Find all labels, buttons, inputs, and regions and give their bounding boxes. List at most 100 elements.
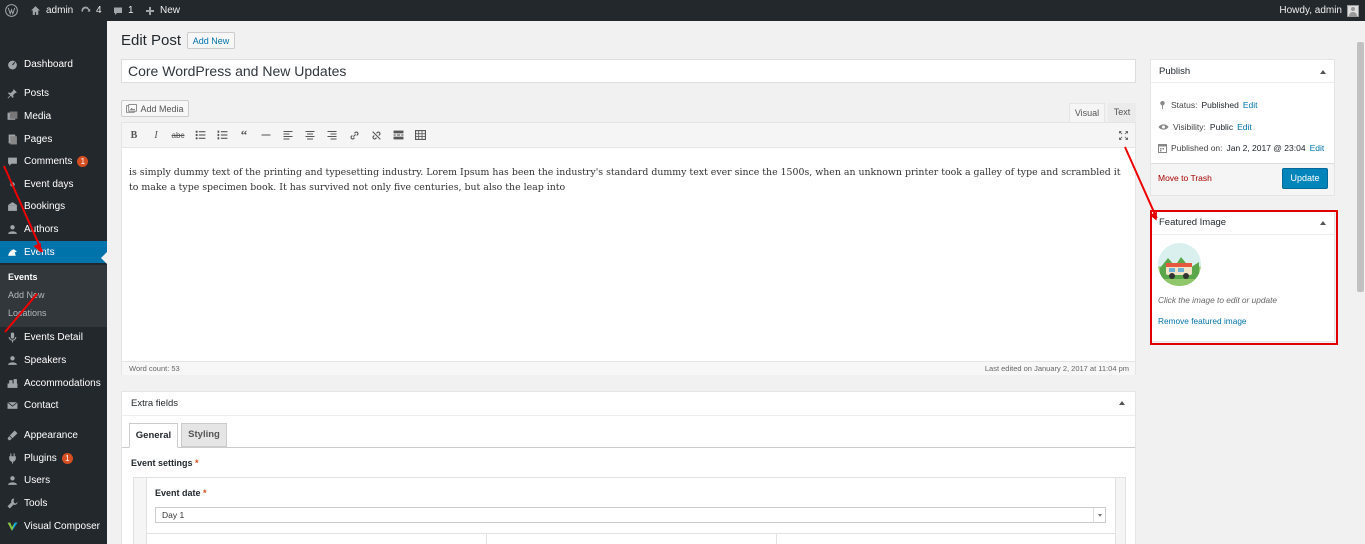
sidebar-item-posts[interactable]: Posts: [0, 82, 107, 104]
remove-link-button[interactable]: [369, 128, 383, 142]
insert-link-button[interactable]: [347, 128, 361, 142]
sidebar-item-label: Plugins: [24, 452, 57, 464]
sidebar-item-label: Pages: [24, 133, 53, 145]
sidebar-item-speakers[interactable]: Speakers: [0, 349, 107, 371]
word-count: Word count: 53: [129, 364, 180, 373]
numbered-list-button[interactable]: [215, 128, 229, 142]
sidebar-item-pages[interactable]: Pages: [0, 128, 107, 150]
tools-icon: [6, 497, 18, 509]
sidebar-item-authors[interactable]: Authors: [0, 218, 107, 240]
sidebar-item-comments[interactable]: Comments 1: [0, 150, 107, 172]
sidebar-item-label: Tools: [24, 497, 48, 509]
sidebar-item-label: Event days: [24, 178, 74, 190]
tab-text[interactable]: Text: [1108, 103, 1136, 122]
fullscreen-button[interactable]: [1116, 128, 1130, 142]
comments-link[interactable]: 1: [113, 0, 134, 21]
avatar: [1347, 4, 1359, 17]
sidebar-item-bookings[interactable]: Bookings: [0, 195, 107, 217]
sidebar-item-plugins[interactable]: Plugins 1: [0, 447, 107, 469]
strikethrough-button[interactable]: abc: [171, 128, 185, 142]
sidebar-item-events-detail[interactable]: Events Detail: [0, 326, 107, 348]
user-icon: [6, 223, 18, 235]
microphone-icon: [6, 331, 18, 343]
sidebar-item-media[interactable]: Media: [0, 105, 107, 127]
page-title: Edit Post: [121, 32, 182, 49]
tab-general[interactable]: General: [129, 423, 178, 448]
add-media-button[interactable]: Add Media: [121, 100, 189, 117]
sidebar-item-label: Accommodations: [24, 377, 101, 389]
pin-icon: [6, 87, 18, 99]
sidebar-item-contact[interactable]: Contact: [0, 394, 107, 416]
published-row: Published on: Jan 2, 2017 @ 23:04 Edit: [1158, 143, 1324, 153]
submenu-item-events[interactable]: Events: [8, 272, 38, 282]
sidebar-item-tools[interactable]: Tools: [0, 492, 107, 514]
sidebar-item-dashboard[interactable]: Dashboard: [0, 53, 107, 75]
published-edit-link[interactable]: Edit: [1310, 143, 1325, 153]
align-center-button[interactable]: [303, 128, 317, 142]
row-divider: [147, 533, 1115, 534]
sidebar-item-appearance[interactable]: Appearance: [0, 424, 107, 446]
bullet-list-button[interactable]: [193, 128, 207, 142]
toolbar-toggle-icon: [414, 130, 426, 140]
updates-link[interactable]: 4: [80, 0, 102, 21]
horizontal-line-button[interactable]: [259, 128, 273, 142]
sidebar-item-label: Contact: [24, 399, 59, 411]
post-title-input[interactable]: Core WordPress and New Updates: [121, 59, 1136, 83]
add-new-button[interactable]: Add New: [187, 32, 235, 49]
update-button[interactable]: Update: [1282, 168, 1328, 189]
publish-collapse-icon[interactable]: [1320, 70, 1326, 74]
media-icon: [126, 103, 138, 113]
editor-status-bar: [122, 361, 1135, 375]
count-badge: 1: [77, 155, 89, 167]
collapse-toggle-icon[interactable]: [1119, 401, 1125, 405]
comments-count: 1: [128, 5, 134, 16]
updates-count: 4: [96, 5, 102, 16]
move-to-trash-link[interactable]: Move to Trash: [1158, 173, 1212, 183]
admin-bar: admin 4 1 New Howdy, admin: [0, 0, 1365, 21]
sidebar-item-visual-composer[interactable]: Visual Composer: [0, 515, 107, 537]
site-name-link[interactable]: admin: [30, 0, 73, 21]
submenu-item-add-new[interactable]: Add New: [8, 290, 45, 300]
bold-button[interactable]: B: [127, 128, 141, 142]
align-right-button[interactable]: [325, 128, 339, 142]
events-icon: [6, 246, 18, 258]
visibility-edit-link[interactable]: Edit: [1237, 122, 1252, 132]
pages-icon: [6, 133, 18, 145]
event-settings-label: Event settings *: [131, 458, 199, 468]
sidebar-item-label: Events Detail: [24, 331, 83, 343]
align-left-icon: [283, 131, 293, 140]
tabs-underline: [122, 447, 1135, 448]
align-left-button[interactable]: [281, 128, 295, 142]
last-edited: Last edited on January 2, 2017 at 11:04 …: [984, 364, 1129, 373]
submenu-item-locations[interactable]: Locations: [8, 308, 47, 318]
status-edit-link[interactable]: Edit: [1243, 100, 1258, 110]
sidebar-item-label: Comments: [24, 155, 73, 167]
wordpress-logo-icon[interactable]: [5, 0, 18, 21]
new-content-link[interactable]: New: [145, 0, 180, 21]
sidebar-item-events[interactable]: Events: [0, 241, 107, 263]
tab-visual[interactable]: Visual: [1069, 103, 1105, 122]
column-divider-2: [776, 534, 777, 544]
sidebar-item-label: Dashboard: [24, 58, 73, 70]
align-center-icon: [305, 131, 315, 140]
editor-content[interactable]: is simply dummy text of the printing and…: [129, 165, 1129, 195]
visibility-row: Visibility: Public Edit: [1158, 122, 1252, 132]
bookings-icon: [6, 200, 18, 212]
editor-panel: [121, 122, 1136, 375]
read-more-button[interactable]: [391, 128, 405, 142]
page-scrollbar-thumb[interactable]: [1357, 42, 1364, 292]
status-row: Status: Published Edit: [1158, 100, 1257, 110]
sidebar-item-users[interactable]: Users: [0, 469, 107, 491]
my-account-link[interactable]: Howdy, admin: [1279, 0, 1359, 21]
featured-highlight-box: [1150, 210, 1338, 345]
numbered-list-icon: [217, 130, 227, 140]
publish-title: Publish: [1159, 66, 1191, 77]
sidebar-item-label: Media: [24, 110, 52, 122]
italic-button[interactable]: I: [149, 128, 163, 142]
toolbar-toggle-button[interactable]: [413, 128, 427, 142]
event-date-select[interactable]: Day 1: [155, 507, 1106, 523]
sidebar-item-accommodations[interactable]: Accommodations: [0, 372, 107, 394]
blockquote-button[interactable]: “: [237, 127, 251, 142]
eye-icon: [1158, 124, 1169, 130]
tab-styling[interactable]: Styling: [181, 423, 227, 447]
